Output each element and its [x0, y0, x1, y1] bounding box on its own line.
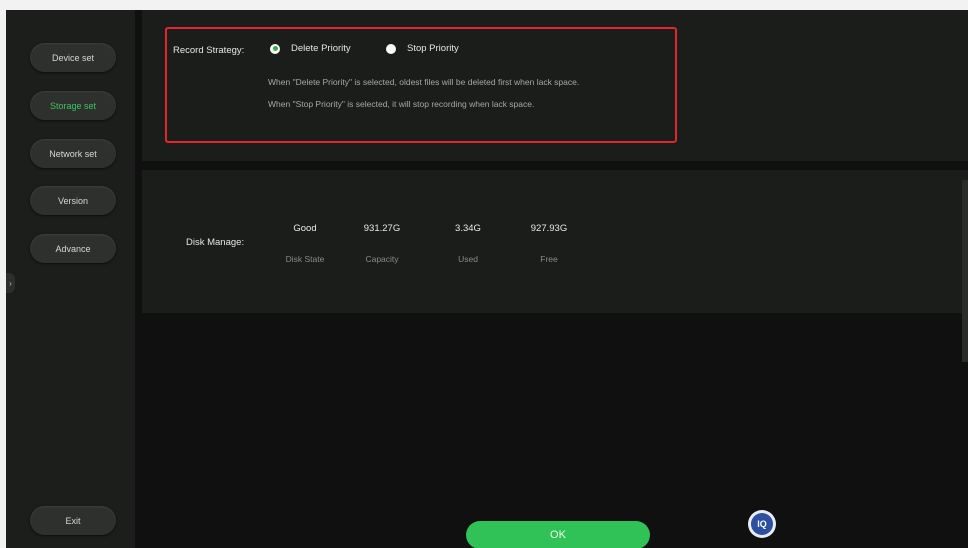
sidebar: Device set Storage set Network set Versi…	[6, 10, 135, 548]
exit-button[interactable]: Exit	[30, 506, 116, 535]
capacity-value: 931.27G	[363, 223, 401, 234]
disk-manage-label: Disk Manage:	[186, 237, 245, 248]
stop-priority-label: Stop Priority	[407, 43, 459, 54]
free-caption: Free	[540, 254, 558, 264]
disk-state-caption: Disk State	[285, 254, 325, 264]
delete-priority-label: Delete Priority	[291, 43, 351, 54]
used-column: 3.34G Used	[433, 223, 503, 264]
iq-logo: IQ	[748, 510, 776, 538]
used-caption: Used	[458, 254, 478, 264]
ok-button[interactable]: OK	[466, 521, 650, 548]
delete-priority-option[interactable]: Delete Priority	[270, 43, 351, 54]
free-value: 927.93G	[530, 223, 568, 234]
free-column: 927.93G Free	[514, 223, 584, 264]
stop-priority-option[interactable]: Stop Priority	[386, 43, 459, 54]
radio-unchecked-icon[interactable]	[386, 43, 396, 54]
scrollbar[interactable]	[962, 180, 968, 362]
record-strategy-label: Record Strategy:	[173, 45, 245, 56]
capacity-caption: Capacity	[365, 254, 399, 264]
settings-screen: Device set Storage set Network set Versi…	[6, 10, 968, 548]
iq-logo-text: IQ	[751, 513, 773, 535]
radio-checked-icon[interactable]	[270, 43, 280, 54]
delete-priority-hint: When "Delete Priority" is selected, olde…	[268, 77, 580, 87]
sidebar-item-device-set[interactable]: Device set	[30, 43, 116, 72]
sidebar-item-network-set[interactable]: Network set	[30, 139, 116, 168]
sidebar-item-advance[interactable]: Advance	[30, 234, 116, 263]
disk-state-value: Good	[293, 223, 317, 234]
sidebar-item-storage-set[interactable]: Storage set	[30, 91, 116, 120]
disk-state-column: Good Disk State	[270, 223, 340, 264]
stop-priority-hint: When "Stop Priority" is selected, it wil…	[268, 99, 535, 109]
sidebar-collapse-chevron-icon[interactable]: ›	[6, 273, 15, 293]
sidebar-item-version[interactable]: Version	[30, 186, 116, 215]
capacity-column: 931.27G Capacity	[347, 223, 417, 264]
used-value: 3.34G	[455, 223, 481, 234]
